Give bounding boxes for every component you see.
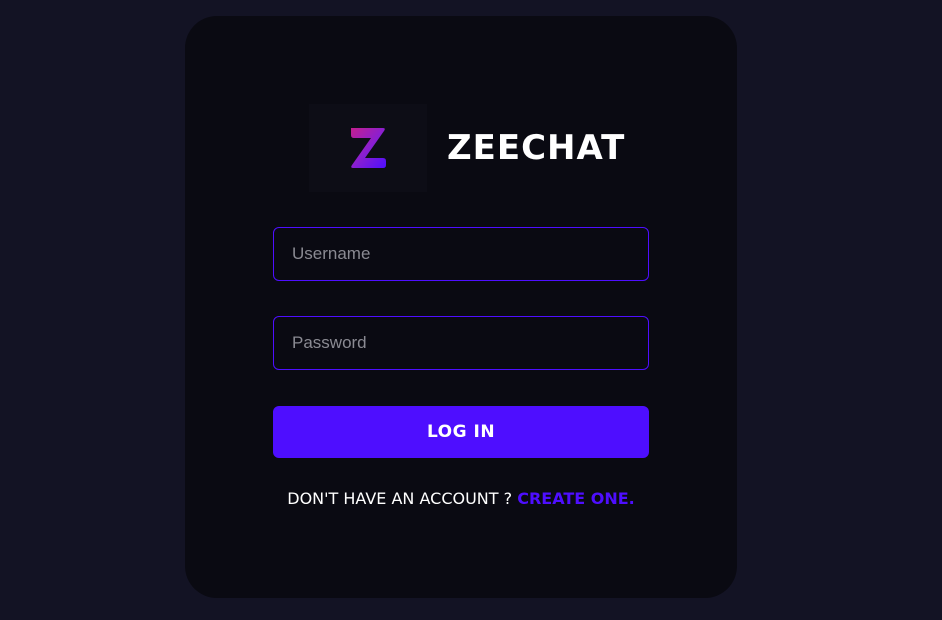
signup-prompt: DON'T HAVE AN ACCOUNT ? CREATE ONE.: [273, 489, 649, 508]
username-input[interactable]: [273, 227, 649, 281]
brand: ZEECHAT: [309, 104, 625, 192]
login-card: ZEECHAT LOG IN DON'T HAVE AN ACCOUNT ? C…: [185, 16, 737, 598]
brand-title: ZEECHAT: [447, 128, 626, 168]
password-input[interactable]: [273, 316, 649, 370]
signup-prompt-text: DON'T HAVE AN ACCOUNT ?: [287, 489, 518, 508]
login-button[interactable]: LOG IN: [273, 406, 649, 458]
logo: [309, 104, 427, 192]
z-logo-icon: [351, 128, 386, 168]
create-account-link[interactable]: CREATE ONE.: [517, 489, 635, 508]
